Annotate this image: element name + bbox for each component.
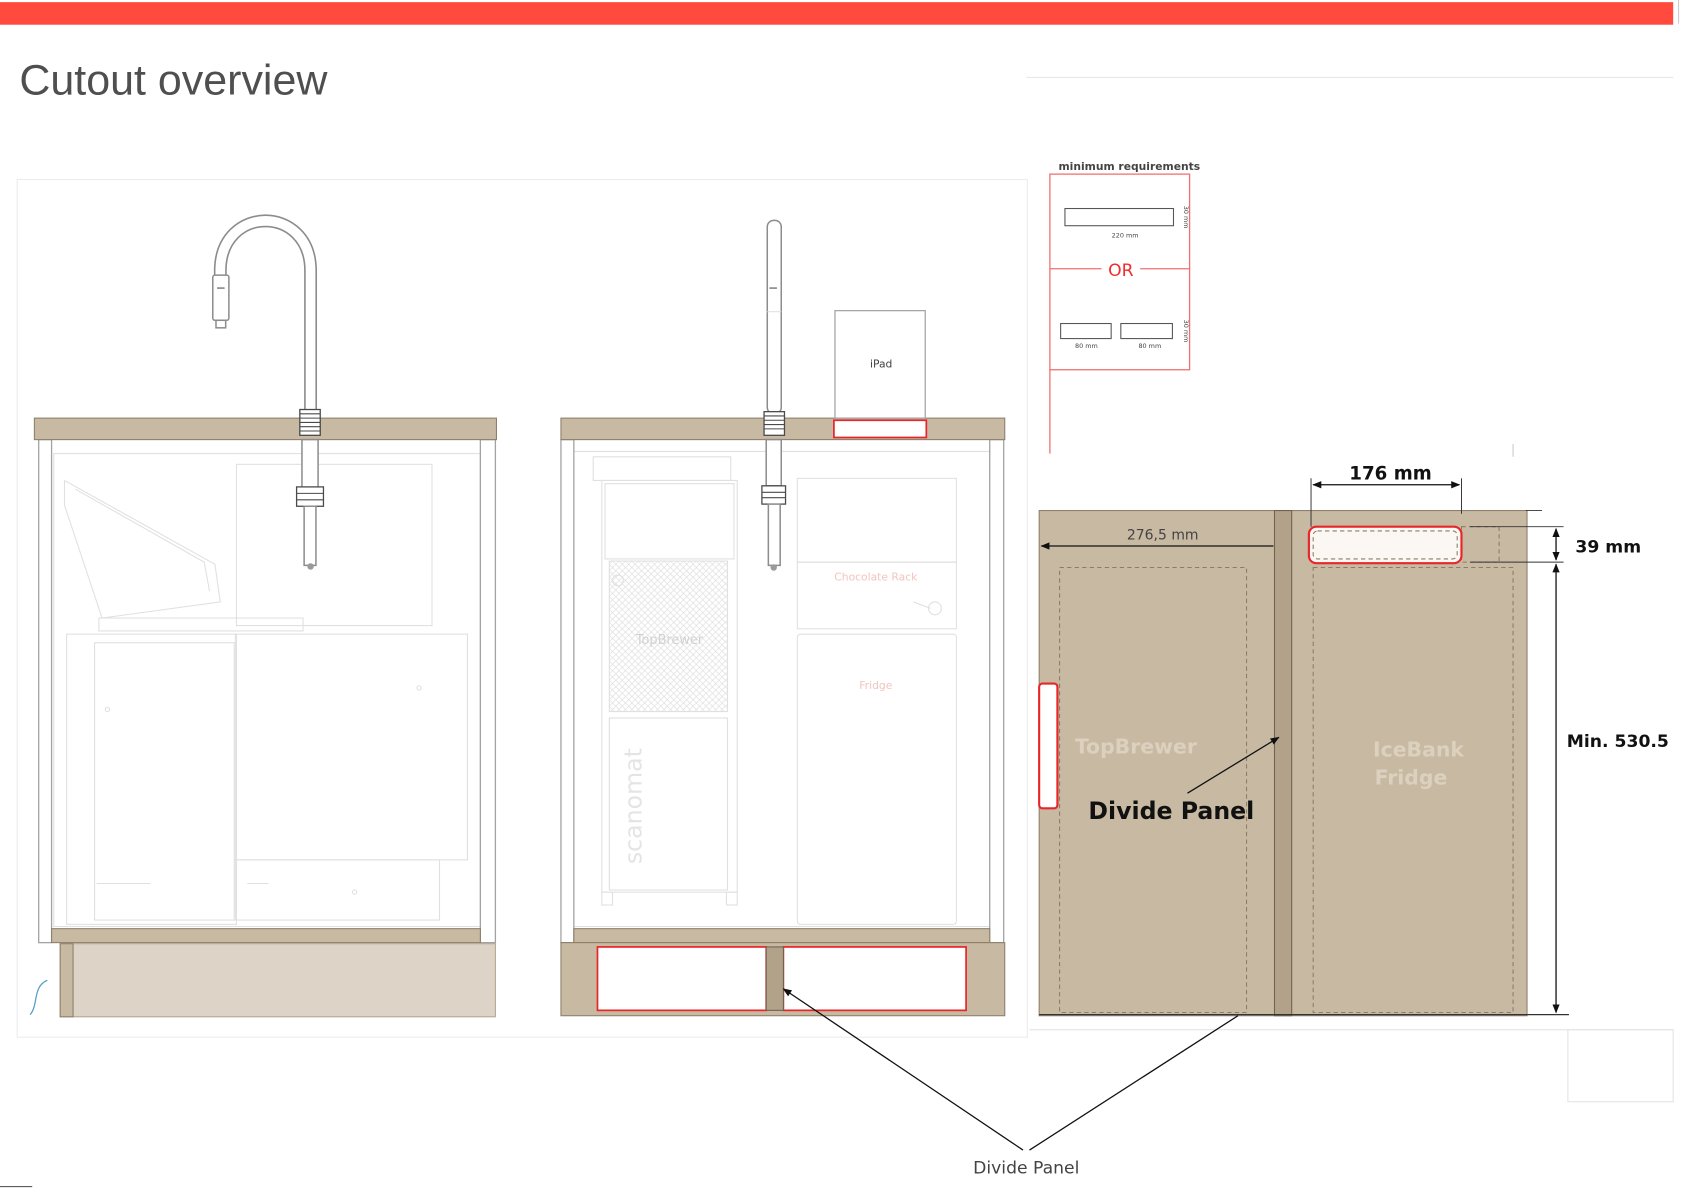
cutout-offset-label: 276,5 mm — [1127, 528, 1199, 544]
frame-box — [1567, 1029, 1674, 1103]
top-cutout — [1307, 525, 1463, 565]
plinth-cutout-right — [782, 946, 967, 1012]
cabinet-side-left — [560, 438, 575, 944]
front-view-ipad: TopBrewer scanomat Chocolate Rack Fridge… — [560, 219, 1006, 1017]
cabinet-bottom-shelf — [573, 928, 991, 944]
min-height-label: Min. 530.5 — [1567, 732, 1669, 752]
drawings-panel — [16, 178, 1028, 1038]
divide-panel — [1273, 510, 1293, 1017]
ipad-slot-cutout — [833, 419, 928, 439]
slide-canvas: Cutout overview TopBrewer scanomat Choco… — [0, 0, 1680, 1188]
scanomat-ghost-label: scanomat — [620, 748, 648, 864]
page-title: Cutout overview — [19, 57, 328, 105]
straight-faucet — [761, 219, 787, 571]
side-cutout — [1038, 682, 1059, 810]
double-slot-left-shape — [1060, 322, 1112, 340]
topbrewer-compartment-label: TopBrewer — [1075, 734, 1197, 758]
divide-panel-label: Divide Panel — [1088, 797, 1254, 825]
minimum-requirements-heading: minimum requirements — [1058, 160, 1200, 173]
front-view-gooseneck — [29, 214, 498, 1018]
cutout-height-label: 39 mm — [1575, 537, 1641, 557]
minimum-requirements: minimum requirements 220 mm 30 mm OR 80 … — [1049, 160, 1200, 454]
header-accent-bar — [0, 2, 1674, 25]
cabinet-side-right — [479, 438, 497, 944]
cable-icon — [29, 979, 48, 1016]
plinth-detail: TopBrewer IceBank Fridge 176 mm 276,5 mm… — [1038, 463, 1669, 1017]
topbrewer-ghost-label: TopBrewer — [635, 633, 704, 648]
plinth-cutout-left — [596, 946, 768, 1012]
cutout-width-label: 176 mm — [1349, 463, 1432, 484]
plinth-divide-panel — [765, 946, 784, 1011]
countertop — [33, 417, 498, 441]
single-slot-width: 220 mm — [1112, 232, 1139, 240]
cabinet-bottom-shelf — [51, 928, 481, 944]
cabinet-side-left — [38, 438, 53, 944]
single-slot-height: 30 mm — [1182, 206, 1190, 229]
fridge-ghost-label: Fridge — [859, 679, 892, 692]
callout-label: Divide Panel — [973, 1159, 1079, 1179]
single-slot-shape — [1064, 207, 1175, 227]
double-slot-left-width: 80 mm — [1075, 342, 1098, 350]
plinth — [59, 943, 496, 1018]
fridge-compartment-label: Fridge — [1375, 766, 1448, 790]
icebank-compartment-label: IceBank — [1373, 738, 1464, 762]
double-slot-right-shape — [1120, 322, 1173, 340]
or-separator: OR — [1108, 261, 1134, 281]
plinth-end-cap — [59, 943, 74, 1018]
double-slot-right-width: 80 mm — [1138, 342, 1161, 350]
cabinet-side-right — [989, 438, 1005, 944]
callout-line-detail — [1029, 1015, 1239, 1151]
ipad-label: iPad — [870, 358, 892, 371]
divide-panel-callout: Divide Panel — [782, 988, 1239, 1179]
double-slot-height: 30 mm — [1182, 320, 1190, 343]
chocolate-rack-ghost-label: Chocolate Rack — [834, 570, 918, 583]
ghost-machine-outline — [53, 453, 481, 928]
gooseneck-faucet — [212, 214, 325, 570]
